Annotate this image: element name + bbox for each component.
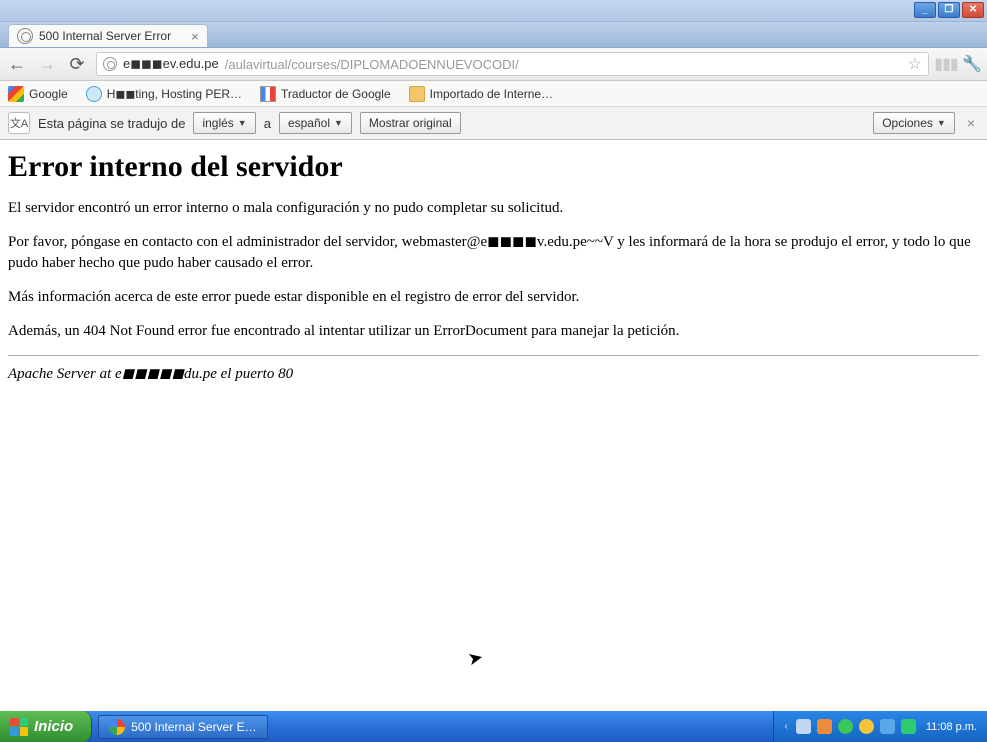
translate-options-dropdown[interactable]: Opciones ▼: [873, 112, 955, 134]
error-paragraph: Además, un 404 Not Found error fue encon…: [8, 321, 979, 341]
bookmark-label: Traductor de Google: [281, 87, 391, 101]
divider: [8, 355, 979, 356]
translate-infobar: 文A Esta página se tradujo de inglés ▼ a …: [0, 107, 987, 140]
window-titlebar: _ ❐ ✕: [0, 0, 987, 22]
site-identity-icon: [103, 57, 117, 71]
tray-icon[interactable]: [796, 719, 811, 734]
chrome-icon: [109, 719, 125, 735]
taskbar-app-chrome[interactable]: 500 Internal Server E…: [98, 715, 267, 739]
url-path: /aulavirtual/courses/DIPLOMADOENNUEVOCOD…: [225, 57, 519, 72]
bookmark-label: Google: [29, 87, 68, 101]
reload-button[interactable]: ⟳: [66, 53, 88, 75]
error-paragraph: Por favor, póngase en contacto con el ad…: [8, 232, 979, 273]
system-tray: ‹ 11:08 p.m.: [773, 711, 987, 742]
error-paragraph: El servidor encontró un error interno o …: [8, 198, 979, 218]
bookmarks-bar: Google H◼◼ting, Hosting PER… Traductor d…: [0, 81, 987, 107]
google-icon: [8, 86, 24, 102]
chevron-down-icon: ▼: [238, 118, 247, 128]
browser-navbar: ← → ⟳ e◼◼◼ev.edu.pe/aulavirtual/courses/…: [0, 48, 987, 81]
windows-logo-icon: [10, 718, 28, 736]
tray-icon[interactable]: [817, 719, 832, 734]
dropdown-value: Opciones: [882, 116, 933, 130]
translate-to-word: a: [264, 116, 271, 131]
windows-taskbar: Inicio 500 Internal Server E… ‹ 11:08 p.…: [0, 711, 987, 742]
translate-close-button[interactable]: ×: [963, 115, 979, 131]
wrench-menu-button[interactable]: 🔧: [963, 55, 981, 73]
chevron-down-icon: ▼: [334, 118, 343, 128]
bookmark-google[interactable]: Google: [8, 86, 68, 102]
start-button[interactable]: Inicio: [0, 711, 92, 742]
tray-icon[interactable]: [901, 719, 916, 734]
chevron-down-icon: ▼: [937, 118, 946, 128]
tab-close-button[interactable]: ×: [191, 29, 199, 44]
translate-badge-icon: 文A: [8, 112, 30, 134]
translate-to-dropdown[interactable]: español ▼: [279, 112, 352, 134]
bookmark-hosting[interactable]: H◼◼ting, Hosting PER…: [86, 86, 242, 102]
back-button[interactable]: ←: [6, 53, 28, 75]
window-maximize-button[interactable]: ❐: [938, 2, 960, 18]
bookmark-star-icon[interactable]: ☆: [908, 54, 922, 74]
browser-tabstrip: 500 Internal Server Error ×: [0, 22, 987, 48]
bookmark-traductor[interactable]: Traductor de Google: [260, 86, 391, 102]
browser-tab[interactable]: 500 Internal Server Error ×: [8, 24, 208, 47]
error-paragraph: Más información acerca de este error pue…: [8, 287, 979, 307]
usage-bars-icon[interactable]: ▮▮▮: [937, 55, 955, 73]
page-content: Error interno del servidor El servidor e…: [0, 140, 987, 393]
tray-expand-icon[interactable]: ‹: [784, 721, 787, 732]
address-bar[interactable]: e◼◼◼ev.edu.pe/aulavirtual/courses/DIPLOM…: [96, 52, 929, 76]
tab-title: 500 Internal Server Error: [39, 29, 171, 43]
tray-icon[interactable]: [838, 719, 853, 734]
bookmark-label: Importado de Interne…: [430, 87, 553, 101]
translate-from-dropdown[interactable]: inglés ▼: [193, 112, 255, 134]
mouse-cursor-icon: ➤: [466, 647, 485, 671]
dropdown-value: español: [288, 116, 330, 130]
tray-icon[interactable]: [859, 719, 874, 734]
tray-icon[interactable]: [880, 719, 895, 734]
window-close-button[interactable]: ✕: [962, 2, 984, 18]
dropdown-value: inglés: [202, 116, 233, 130]
show-original-button[interactable]: Mostrar original: [360, 112, 461, 134]
start-label: Inicio: [34, 718, 73, 735]
bookmark-label: H◼◼ting, Hosting PER…: [107, 87, 242, 101]
folder-icon: [409, 86, 425, 102]
error-heading: Error interno del servidor: [8, 150, 979, 184]
translate-label: Esta página se tradujo de: [38, 116, 185, 131]
system-clock[interactable]: 11:08 p.m.: [926, 721, 977, 733]
translate-icon: [260, 86, 276, 102]
tab-favicon-icon: [17, 28, 33, 44]
globe-icon: [86, 86, 102, 102]
window-minimize-button[interactable]: _: [914, 2, 936, 18]
taskbar-app-title: 500 Internal Server E…: [131, 720, 256, 734]
server-signature: Apache Server at e◼◼◼◼◼du.pe el puerto 8…: [8, 364, 979, 383]
bookmark-importado[interactable]: Importado de Interne…: [409, 86, 553, 102]
forward-button[interactable]: →: [36, 53, 58, 75]
url-host: e◼◼◼ev.edu.pe: [123, 56, 219, 72]
